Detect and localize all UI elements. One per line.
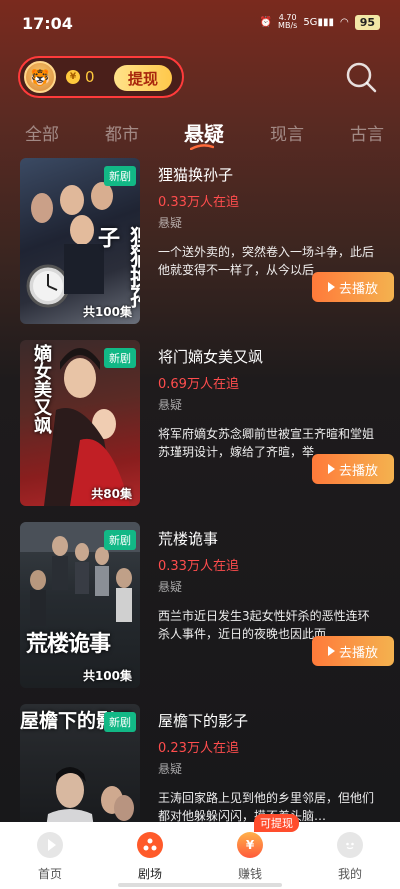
episode-count: 共100集 — [82, 669, 132, 683]
poster-image[interactable]: 荒楼诡事 新剧 共100集 — [20, 522, 140, 688]
play-icon — [327, 464, 335, 474]
nav-label: 赚钱 — [237, 867, 262, 881]
withdraw-button[interactable]: 提现 — [114, 65, 172, 91]
tab-urban[interactable]: 都市 — [105, 120, 139, 145]
signal-icon: 5G▮▮▮ — [303, 16, 334, 28]
search-icon — [346, 62, 377, 93]
poster-image[interactable]: 嫡女美又飒 新剧 共80集 — [20, 340, 140, 506]
home-indicator[interactable] — [118, 883, 282, 887]
tab-modern-romance[interactable]: 现言 — [270, 120, 304, 145]
new-badge: 新剧 — [104, 712, 136, 732]
play-circle-icon — [37, 832, 63, 858]
tab-suspense[interactable]: 悬疑 — [184, 118, 224, 147]
wifi-icon: ◠ — [339, 16, 349, 28]
nav-label: 剧场 — [137, 867, 162, 881]
genre-label: 悬疑 — [158, 580, 183, 594]
follower-count: 0.23万人在追 — [158, 741, 239, 756]
status-time: 17:04 — [22, 14, 73, 33]
alarm-icon: ⏰ — [259, 16, 273, 28]
genre-label: 悬疑 — [158, 762, 183, 776]
coin-count: 0 — [85, 68, 95, 86]
play-button[interactable]: 去播放 — [312, 636, 394, 666]
category-tabs: 全部 都市 悬疑 现言 古言 — [0, 120, 400, 150]
genre-label: 悬疑 — [158, 216, 183, 230]
episode-count: 共80集 — [91, 487, 132, 501]
new-badge: 新剧 — [104, 530, 136, 550]
avatar[interactable]: 🐯 — [24, 61, 56, 93]
play-icon — [327, 646, 335, 656]
poster-image[interactable]: 狸猫换孙子 新剧 共100集 — [20, 158, 140, 324]
status-bar: 17:04 ⏰ 4.70 MB/s 5G▮▮▮ ◠ 95 — [0, 0, 400, 46]
withdraw-tip-badge: 可提现 — [254, 814, 299, 832]
drama-title[interactable]: 屋檐下的影子 — [158, 710, 380, 731]
drama-card[interactable]: 狸猫换孙子 新剧 共100集 狸猫换孙子 0.33万人在追 悬疑 一个送外卖的，… — [0, 158, 400, 324]
drama-card[interactable]: 荒楼诡事 新剧 共100集 荒楼诡事 0.33万人在追 悬疑 西兰市近日发生3起… — [0, 522, 400, 688]
drama-title[interactable]: 将门嫡女美又飒 — [158, 346, 380, 367]
nav-home[interactable]: 首页 — [0, 822, 100, 889]
drama-title[interactable]: 荒楼诡事 — [158, 528, 380, 549]
money-bag-icon: ¥ — [237, 832, 263, 858]
bottom-nav: 首页 剧场 可提现 ¥ 赚钱 我的 — [0, 814, 400, 889]
drama-card[interactable]: 嫡女美又飒 新剧 共80集 将门嫡女美又飒 0.69万人在追 悬疑 将军府嫡女苏… — [0, 340, 400, 506]
drama-info: 将门嫡女美又飒 0.69万人在追 悬疑 将军府嫡女苏念卿前世被宣王齐暄和堂姐苏瑾… — [158, 340, 380, 461]
drama-title[interactable]: 狸猫换孙子 — [158, 164, 380, 185]
net-speed: 4.70 MB/s — [278, 13, 298, 30]
search-button[interactable] — [344, 60, 378, 94]
new-badge: 新剧 — [104, 166, 136, 186]
follower-count: 0.33万人在追 — [158, 559, 239, 574]
nav-profile[interactable]: 我的 — [300, 822, 400, 889]
theater-icon — [137, 832, 163, 858]
play-button[interactable]: 去播放 — [312, 272, 394, 302]
genre-label: 悬疑 — [158, 398, 183, 412]
episode-count: 共100集 — [82, 305, 132, 319]
status-icons: ⏰ 4.70 MB/s 5G▮▮▮ ◠ 95 — [260, 14, 380, 30]
nav-label: 我的 — [337, 867, 362, 881]
poster-title: 嫡女美又飒 — [31, 344, 52, 434]
drama-info: 屋檐下的影子 0.23万人在追 悬疑 王涛回家路上见到他的乡里邻居，但他们都对他… — [158, 704, 380, 825]
tab-ancient-romance[interactable]: 古言 — [350, 120, 384, 145]
poster-title: 荒楼诡事 — [26, 632, 111, 657]
nav-label: 首页 — [37, 867, 62, 881]
drama-info: 荒楼诡事 0.33万人在追 悬疑 西兰市近日发生3起女性奸杀的恶性连环杀人事件，… — [158, 522, 380, 643]
drama-info: 狸猫换孙子 0.33万人在追 悬疑 一个送外卖的，突然卷入一场斗争，此后他就变得… — [158, 158, 380, 279]
coin-pill[interactable]: 🐯 ¥ 0 提现 — [18, 56, 184, 98]
profile-face-icon — [337, 832, 363, 858]
nav-earn[interactable]: 可提现 ¥ 赚钱 — [200, 814, 300, 889]
new-badge: 新剧 — [104, 348, 136, 368]
nav-theater[interactable]: 剧场 — [100, 822, 200, 889]
follower-count: 0.69万人在追 — [158, 377, 239, 392]
tab-all[interactable]: 全部 — [25, 120, 59, 145]
coin-icon: ¥ — [66, 70, 80, 84]
active-tab-indicator — [190, 144, 214, 150]
play-icon — [327, 282, 335, 292]
follower-count: 0.33万人在追 — [158, 195, 239, 210]
play-button[interactable]: 去播放 — [312, 454, 394, 484]
battery-icon: 95 — [354, 14, 380, 30]
